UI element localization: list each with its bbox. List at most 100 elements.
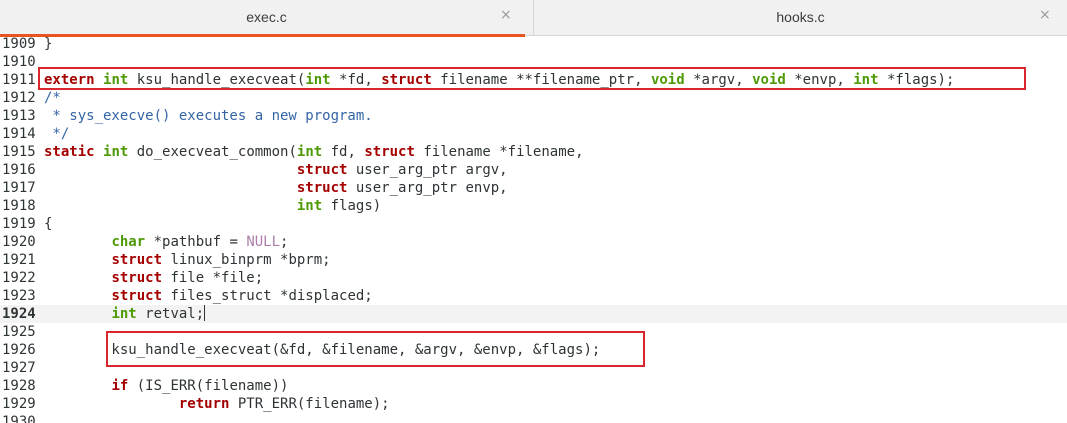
tab-exec-c[interactable]: exec.c ×	[0, 0, 533, 37]
line-number: 1921	[2, 252, 36, 268]
code-line[interactable]: 1922 struct file *file;	[0, 269, 1067, 287]
code-text: ;	[280, 234, 289, 250]
code-text: {	[44, 216, 53, 232]
code-line[interactable]: 1909}	[0, 36, 1067, 53]
code-line[interactable]: 1916 struct user_arg_ptr argv,	[0, 161, 1067, 179]
type-token: int	[296, 144, 323, 160]
code-line[interactable]: 1915 static int do_execveat_common(int fd…	[0, 143, 1067, 161]
code-line[interactable]: 1920 char *pathbuf = NULL;	[0, 233, 1067, 251]
code-text: files_struct *displaced;	[162, 288, 373, 304]
code-line[interactable]: 1929 return PTR_ERR(filename);	[0, 395, 1067, 413]
code-content: * sys_execve() executes a new program.	[44, 107, 373, 125]
code-content: struct linux_binprm *bprm;	[44, 251, 331, 269]
line-number: 1918	[2, 198, 36, 214]
line-number: 1927	[2, 360, 36, 376]
code-line[interactable]: 1928 if (IS_ERR(filename))	[0, 377, 1067, 395]
type-token: int	[103, 144, 129, 160]
comment-token: * sys_execve() executes a new program.	[44, 108, 373, 124]
line-number: 1916	[2, 162, 36, 178]
code-line[interactable]: 1913 * sys_execve() executes a new progr…	[0, 107, 1067, 125]
code-text: file *file;	[162, 270, 264, 286]
line-number: 1920	[2, 234, 36, 250]
tab-label: exec.c	[246, 9, 287, 25]
tab-bar: exec.c × hooks.c ×	[0, 0, 1067, 37]
line-number: 1924	[2, 306, 36, 322]
code-content: {	[44, 215, 52, 233]
constant-token: NULL	[246, 234, 281, 250]
code-content: int flags)	[44, 197, 381, 215]
line-number: 1913	[2, 108, 36, 124]
code-text: do_execveat_common(	[128, 144, 297, 160]
line-number: 1910	[2, 54, 36, 70]
code-text: user_arg_ptr envp,	[347, 180, 508, 196]
line-number: 1928	[2, 378, 36, 394]
code-text: flags)	[322, 198, 382, 214]
code-text: }	[44, 36, 53, 52]
code-line[interactable]: 1914 */	[0, 125, 1067, 143]
keyword-token: struct	[111, 252, 163, 268]
line-number: 1926	[2, 342, 36, 358]
code-content: struct user_arg_ptr argv,	[44, 161, 508, 179]
code-content: }	[44, 36, 52, 53]
line-number: 1915	[2, 144, 36, 160]
line-number: 1922	[2, 270, 36, 286]
type-token: int	[111, 306, 137, 322]
comment-token: */	[44, 126, 70, 142]
line-number: 1917	[2, 180, 36, 196]
code-line[interactable]: 1923 struct files_struct *displaced;	[0, 287, 1067, 305]
tab-hooks-c[interactable]: hooks.c ×	[534, 0, 1067, 36]
code-text: user_arg_ptr argv,	[347, 162, 508, 178]
code-text: (IS_ERR(filename))	[128, 378, 289, 394]
close-icon[interactable]: ×	[500, 7, 512, 23]
code-text: fd,	[322, 144, 365, 160]
keyword-token: if	[111, 378, 129, 394]
line-number: 1919	[2, 216, 36, 232]
line-number: 1930	[2, 414, 36, 423]
keyword-token: struct	[111, 270, 163, 286]
code-content: int retval;	[44, 305, 206, 323]
keyword-token: static	[44, 144, 95, 160]
highlight-box-declaration	[38, 67, 1026, 90]
line-number: 1914	[2, 126, 36, 142]
code-content: struct user_arg_ptr envp,	[44, 179, 508, 197]
code-line[interactable]: 1924 int retval;	[0, 305, 1067, 323]
tab-label: hooks.c	[776, 9, 825, 25]
code-line[interactable]: 1917 struct user_arg_ptr envp,	[0, 179, 1067, 197]
line-number: 1911	[2, 72, 36, 88]
code-line[interactable]: 1912 /*	[0, 89, 1067, 107]
code-text: retval;	[136, 306, 205, 322]
code-text: linux_binprm *bprm;	[162, 252, 331, 268]
code-content: struct files_struct *displaced;	[44, 287, 373, 305]
code-text: *pathbuf =	[145, 234, 247, 250]
keyword-token: struct	[111, 288, 163, 304]
code-line[interactable]: 1919 {	[0, 215, 1067, 233]
code-content: return PTR_ERR(filename);	[44, 395, 390, 413]
text-cursor	[204, 305, 206, 321]
code-content: char *pathbuf = NULL;	[44, 233, 288, 251]
code-line[interactable]: 1930	[0, 413, 1067, 423]
line-number: 1909	[2, 36, 36, 52]
close-icon[interactable]: ×	[1039, 7, 1051, 23]
keyword-token: struct	[364, 144, 415, 160]
code-content: struct file *file;	[44, 269, 263, 287]
code-line[interactable]: 1921 struct linux_binprm *bprm;	[0, 251, 1067, 269]
type-token: int	[296, 198, 323, 214]
code-content: static int do_execveat_common(int fd, st…	[44, 143, 584, 161]
code-line[interactable]: 1918 int flags)	[0, 197, 1067, 215]
code-text: filename *filename,	[414, 144, 584, 160]
comment-token: /*	[44, 90, 61, 106]
code-content: /*	[44, 89, 61, 107]
keyword-token: struct	[296, 162, 348, 178]
line-number: 1912	[2, 90, 36, 106]
highlight-box-call	[106, 331, 645, 367]
line-number: 1929	[2, 396, 36, 412]
